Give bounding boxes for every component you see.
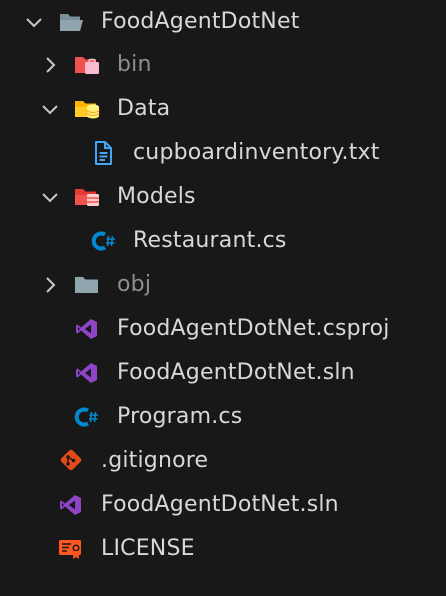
tree-item-file-sln[interactable]: FoodAgentDotNet.sln	[0, 353, 446, 393]
tree-item-root-folder[interactable]: FoodAgentDotNet	[0, 2, 446, 42]
chevron-down-icon[interactable]	[24, 12, 44, 32]
tree-item-label: Models	[117, 184, 196, 209]
tree-item-label: cupboardinventory.txt	[133, 140, 380, 165]
folder-open-icon	[58, 10, 84, 34]
tree-item-label: Program.cs	[117, 404, 243, 429]
csharp-file-icon	[91, 229, 117, 253]
tree-item-folder-data[interactable]: Data	[0, 89, 446, 129]
tree-item-label: LICENSE	[101, 536, 195, 561]
tree-item-label: .gitignore	[101, 448, 209, 473]
text-file-icon	[91, 141, 117, 165]
tree-item-label: Data	[117, 96, 171, 121]
license-icon	[58, 537, 84, 561]
tree-item-file-cupboardinventory[interactable]: cupboardinventory.txt	[0, 133, 446, 173]
tree-item-folder-models[interactable]: Models	[0, 177, 446, 217]
tree-item-folder-bin[interactable]: bin	[0, 45, 446, 85]
tree-item-file-program-cs[interactable]: Program.cs	[0, 397, 446, 437]
tree-item-label: FoodAgentDotNet.sln	[117, 360, 355, 385]
visual-studio-icon	[58, 493, 84, 517]
tree-item-file-sln-root[interactable]: FoodAgentDotNet.sln	[0, 485, 446, 525]
tree-item-file-license[interactable]: LICENSE	[0, 529, 446, 569]
folder-bin-icon	[74, 53, 100, 77]
tree-item-label: FoodAgentDotNet	[101, 9, 300, 34]
tree-item-file-csproj[interactable]: FoodAgentDotNet.csproj	[0, 309, 446, 349]
tree-item-label: obj	[117, 272, 152, 297]
folder-icon	[74, 273, 100, 297]
tree-item-file-gitignore[interactable]: .gitignore	[0, 441, 446, 481]
visual-studio-icon	[74, 361, 100, 385]
chevron-down-icon[interactable]	[40, 187, 60, 207]
tree-item-label: FoodAgentDotNet.sln	[101, 492, 339, 517]
tree-item-folder-obj[interactable]: obj	[0, 265, 446, 305]
chevron-right-icon[interactable]	[40, 55, 60, 75]
tree-item-file-restaurant-cs[interactable]: Restaurant.cs	[0, 221, 446, 261]
git-icon	[58, 449, 84, 473]
tree-item-label: bin	[117, 52, 152, 77]
tree-item-label: Restaurant.cs	[133, 228, 287, 253]
csharp-file-icon	[74, 405, 100, 429]
tree-item-label: FoodAgentDotNet.csproj	[117, 316, 390, 341]
chevron-down-icon[interactable]	[40, 99, 60, 119]
folder-database-icon	[74, 97, 100, 121]
folder-models-icon	[74, 185, 100, 209]
visual-studio-icon	[74, 317, 100, 341]
chevron-right-icon[interactable]	[40, 275, 60, 295]
